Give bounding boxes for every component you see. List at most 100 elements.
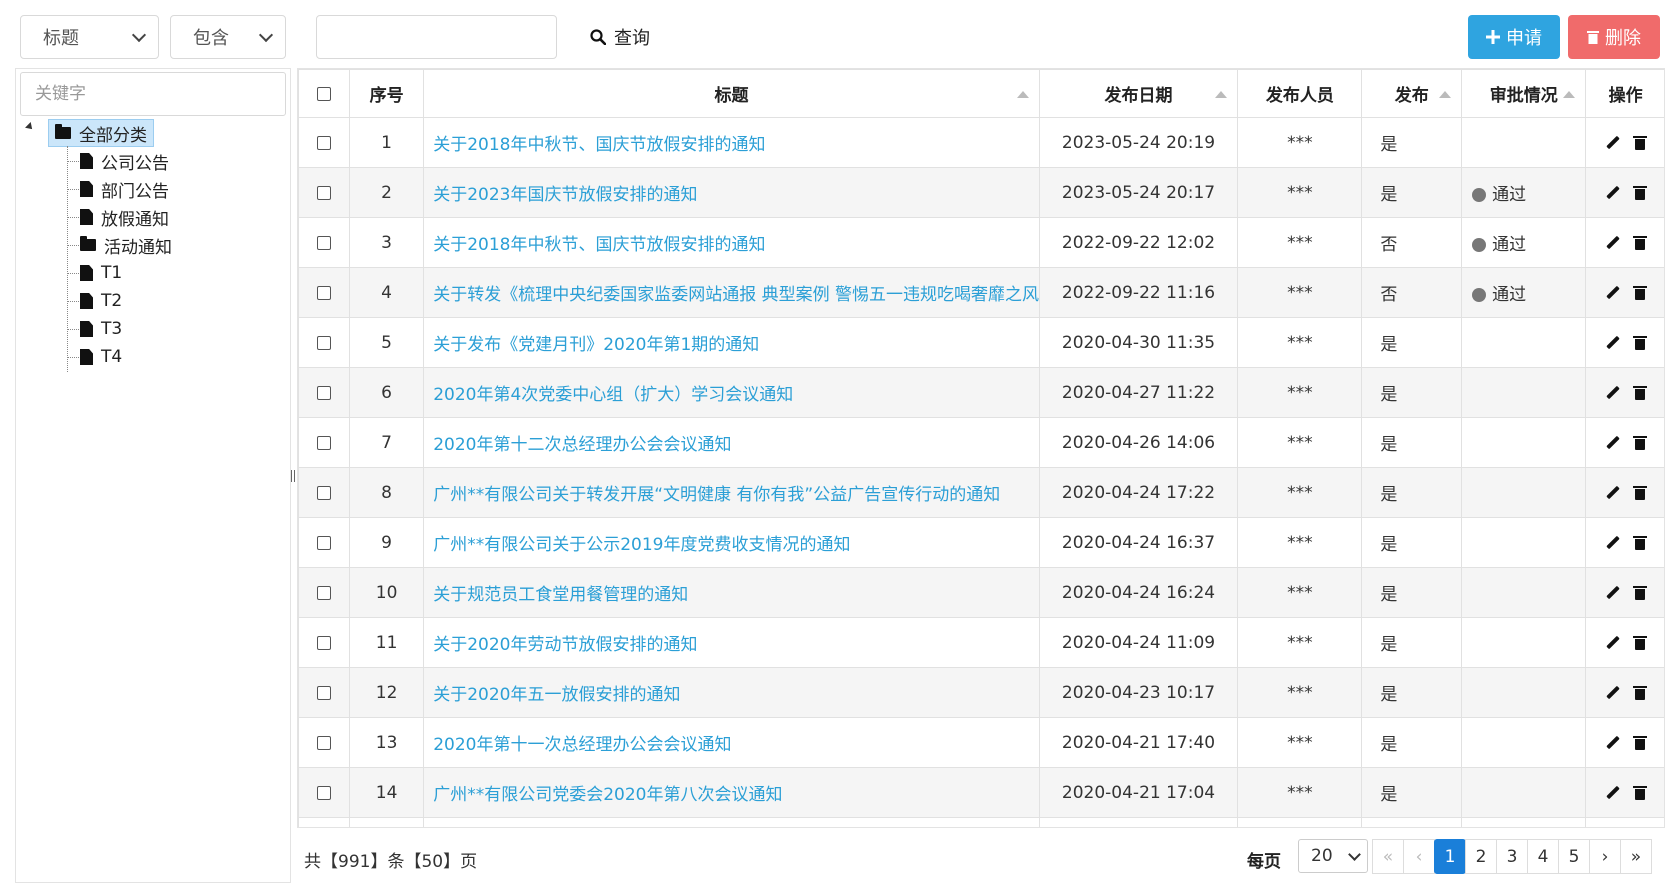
tree-item[interactable]: 部门公告 — [80, 175, 169, 203]
trash-icon[interactable] — [1632, 785, 1647, 800]
row-checkbox[interactable] — [316, 735, 331, 750]
tree-item[interactable]: T3 — [80, 315, 122, 343]
table-row[interactable]: 13 2020年第十一次总经理办公会会议通知 2020-04-21 17:40 ***… — [298, 717, 1664, 768]
title-link[interactable]: 关于规范员工食堂用餐管理的通知 — [425, 585, 688, 605]
trash-icon[interactable] — [1632, 685, 1647, 700]
title-link[interactable]: 广州**有限公司关于转发开展“文明健康 有你有我”公益广告宣传行动的通知 — [425, 485, 1000, 505]
row-checkbox[interactable] — [316, 685, 331, 700]
trash-icon[interactable] — [1632, 485, 1647, 500]
title-link[interactable]: 2020年第十二次总经理办公会会议通知 — [425, 435, 731, 455]
row-checkbox[interactable] — [316, 135, 331, 150]
pencil-icon[interactable] — [1606, 636, 1620, 650]
field-select[interactable]: 标题 — [20, 15, 159, 59]
title-link[interactable]: 广州**有限公司党委会2020年第八次会议通知 — [425, 785, 782, 805]
trash-icon[interactable] — [1632, 235, 1647, 250]
trash-icon[interactable] — [1632, 735, 1647, 750]
page-button[interactable]: 3 — [1496, 839, 1528, 874]
row-checkbox[interactable] — [316, 635, 331, 650]
trash-icon[interactable] — [1632, 185, 1647, 200]
title-link[interactable]: 关于2023年国庆节放假安排的通知 — [425, 185, 697, 205]
trash-icon[interactable] — [1632, 635, 1647, 650]
collapse-toggle-icon[interactable] — [26, 124, 34, 132]
trash-icon[interactable] — [1632, 435, 1647, 450]
title-link[interactable]: 关于发布《党建月刊》2020年第1期的通知 — [425, 335, 759, 355]
row-checkbox[interactable] — [316, 535, 331, 550]
pencil-icon[interactable] — [1606, 586, 1620, 600]
trash-icon[interactable] — [1632, 385, 1647, 400]
title-link[interactable]: 关于转发《梳理中央纪委国家监委网站通报 典型案例 警惕五一违规吃喝奢靡之风 — [425, 285, 1038, 305]
table-row[interactable]: 10 关于规范员工食堂用餐管理的通知 2020-04-24 16:24 *** 是 — [298, 567, 1664, 618]
pencil-icon[interactable] — [1606, 386, 1620, 400]
trash-icon[interactable] — [1632, 535, 1647, 550]
pencil-icon[interactable] — [1606, 136, 1620, 150]
tree-item[interactable]: T1 — [80, 259, 122, 287]
title-link[interactable]: 2020年第4次党委中心组（扩大）学习会议通知 — [425, 385, 793, 405]
sort-icon[interactable] — [1016, 91, 1029, 98]
pencil-icon[interactable] — [1606, 236, 1620, 250]
title-link[interactable]: 广州**有限公司关于公示2019年度党费收支情况的通知 — [425, 535, 850, 555]
title-link[interactable]: 关于2020年五一放假安排的通知 — [425, 685, 680, 705]
page-button[interactable]: 2 — [1465, 839, 1497, 874]
header-approval[interactable]: 审批情况 — [1461, 69, 1587, 118]
tree-item[interactable]: 公司公告 — [80, 147, 169, 175]
tree-item[interactable]: 放假通知 — [80, 203, 169, 231]
trash-icon[interactable] — [1632, 285, 1647, 300]
table-row[interactable]: 1 关于2018年中秋节、国庆节放假安排的通知 2023-05-24 20:19 **… — [298, 117, 1664, 168]
search-input[interactable] — [316, 15, 557, 59]
table-row[interactable]: 14 广州**有限公司党委会2020年第八次会议通知 2020-04-21 17:0… — [298, 767, 1664, 818]
sort-icon[interactable] — [1439, 91, 1452, 98]
table-row[interactable]: 8 广州**有限公司关于转发开展“文明健康 有你有我”公益广告宣传行动的通知 202… — [298, 467, 1664, 518]
pencil-icon[interactable] — [1606, 186, 1620, 200]
row-checkbox[interactable] — [316, 285, 331, 300]
table-row[interactable]: 9 广州**有限公司关于公示2019年度党费收支情况的通知 2020-04-24 1… — [298, 517, 1664, 568]
pencil-icon[interactable] — [1606, 486, 1620, 500]
table-row[interactable]: 3 关于2018年中秋节、国庆节放假安排的通知 2022-09-22 12:02 **… — [298, 217, 1664, 268]
header-published[interactable]: 发布 — [1361, 69, 1463, 118]
title-link[interactable]: 关于2020年劳动节放假安排的通知 — [425, 635, 697, 655]
pencil-icon[interactable] — [1606, 786, 1620, 800]
per-page-select[interactable]: 20 — [1298, 839, 1368, 873]
page-button[interactable]: 5 — [1558, 839, 1590, 874]
title-link[interactable]: 2020年第十一次总经理办公会会议通知 — [425, 735, 731, 755]
table-row[interactable]: 2 关于2023年国庆节放假安排的通知 2023-05-24 20:17 *** 是 通过 — [298, 167, 1664, 218]
select-all-checkbox[interactable] — [316, 86, 331, 101]
header-title[interactable]: 标题 — [423, 69, 1040, 118]
tree-root-all[interactable]: 全部分类 — [48, 119, 154, 147]
keyword-input[interactable] — [20, 72, 286, 116]
trash-icon[interactable] — [1632, 585, 1647, 600]
table-row[interactable]: 5 关于发布《党建月刊》2020年第1期的通知 2020-04-30 11:35 **… — [298, 317, 1664, 368]
row-checkbox[interactable] — [316, 785, 331, 800]
row-checkbox[interactable] — [316, 185, 331, 200]
page-button[interactable]: 4 — [1527, 839, 1559, 874]
title-link[interactable]: 关于2018年中秋节、国庆节放假安排的通知 — [425, 235, 765, 255]
row-checkbox[interactable] — [316, 585, 331, 600]
sort-icon[interactable] — [1215, 91, 1228, 98]
pencil-icon[interactable] — [1606, 436, 1620, 450]
row-checkbox[interactable] — [316, 385, 331, 400]
row-checkbox[interactable] — [316, 435, 331, 450]
table-row[interactable]: 11 关于2020年劳动节放假安排的通知 2020-04-24 11:09 *** 是 — [298, 617, 1664, 668]
next-page-button[interactable]: › — [1589, 839, 1621, 874]
tree-item[interactable]: 活动通知 — [80, 231, 172, 259]
table-row[interactable]: 7 2020年第十二次总经理办公会会议通知 2020-04-26 14:06 *** 是 — [298, 417, 1664, 468]
query-button[interactable]: 查询 — [590, 20, 650, 54]
table-row[interactable]: 6 2020年第4次党委中心组（扩大）学习会议通知 2020-04-27 11:22… — [298, 367, 1664, 418]
prev-page-button[interactable]: ‹ — [1403, 839, 1435, 874]
apply-button[interactable]: 申请 — [1468, 15, 1560, 59]
delete-button[interactable]: 删除 — [1568, 15, 1660, 59]
pencil-icon[interactable] — [1606, 736, 1620, 750]
pencil-icon[interactable] — [1606, 286, 1620, 300]
pencil-icon[interactable] — [1606, 686, 1620, 700]
tree-item[interactable]: T2 — [80, 287, 122, 315]
row-checkbox[interactable] — [316, 235, 331, 250]
trash-icon[interactable] — [1632, 335, 1647, 350]
panel-splitter[interactable] — [291, 470, 295, 482]
tree-item[interactable]: T4 — [80, 343, 122, 371]
page-button[interactable]: 1 — [1434, 839, 1466, 874]
sort-icon[interactable] — [1563, 91, 1576, 98]
pencil-icon[interactable] — [1606, 536, 1620, 550]
trash-icon[interactable] — [1632, 135, 1647, 150]
title-link[interactable]: 关于2018年中秋节、国庆节放假安排的通知 — [425, 135, 765, 155]
table-row[interactable]: 4 关于转发《梳理中央纪委国家监委网站通报 典型案例 警惕五一违规吃喝奢靡之风 20… — [298, 267, 1664, 318]
first-page-button[interactable]: « — [1372, 839, 1404, 874]
